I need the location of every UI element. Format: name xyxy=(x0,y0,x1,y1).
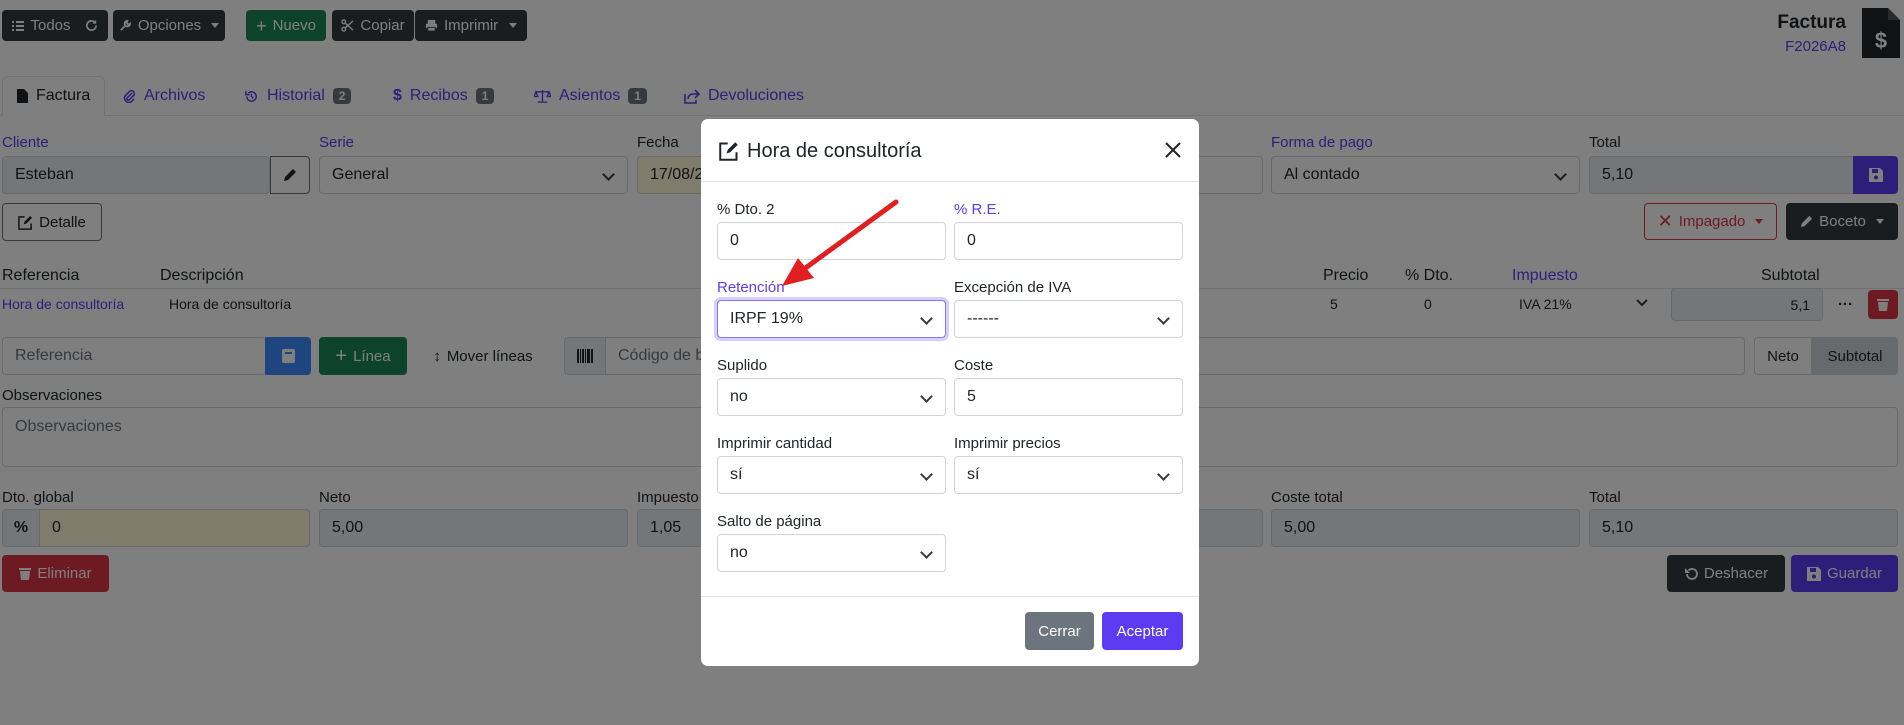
vat-exception-select[interactable]: ------ xyxy=(954,300,1183,338)
cost-label: Coste xyxy=(954,357,994,374)
edit-square-icon xyxy=(719,142,738,161)
retention-label[interactable]: Retención xyxy=(717,279,785,296)
print-qty-label: Imprimir cantidad xyxy=(717,435,833,452)
close-icon[interactable] xyxy=(1164,141,1182,159)
modal-footer: Cerrar Aceptar xyxy=(701,596,1199,666)
page-break-select[interactable]: no xyxy=(717,534,946,572)
accept-button-label: Aceptar xyxy=(1116,622,1169,640)
page-break-label: Salto de página xyxy=(717,513,822,530)
close-button-label: Cerrar xyxy=(1038,622,1081,640)
re-label[interactable]: % R.E. xyxy=(954,201,1001,218)
print-prices-select[interactable]: sí xyxy=(954,456,1183,494)
supplied-label: Suplido xyxy=(717,357,768,374)
dto2-input[interactable]: 0 xyxy=(717,222,946,260)
vat-exception-label: Excepción de IVA xyxy=(954,279,1072,296)
print-prices-label: Imprimir precios xyxy=(954,435,1061,452)
dto2-label: % Dto. 2 xyxy=(717,201,775,218)
cost-input[interactable]: 5 xyxy=(954,378,1183,416)
line-detail-modal: Hora de consultoría % Dto. 2 0 % R.E. 0 … xyxy=(701,119,1199,666)
close-button[interactable]: Cerrar xyxy=(1025,612,1094,650)
modal-title: Hora de consultoría xyxy=(747,140,922,162)
re-input[interactable]: 0 xyxy=(954,222,1183,260)
supplied-select[interactable]: no xyxy=(717,378,946,416)
retention-select[interactable]: IRPF 19% xyxy=(717,300,946,338)
print-qty-select[interactable]: sí xyxy=(717,456,946,494)
accept-button[interactable]: Aceptar xyxy=(1102,612,1183,650)
modal-header: Hora de consultoría xyxy=(701,119,1199,182)
